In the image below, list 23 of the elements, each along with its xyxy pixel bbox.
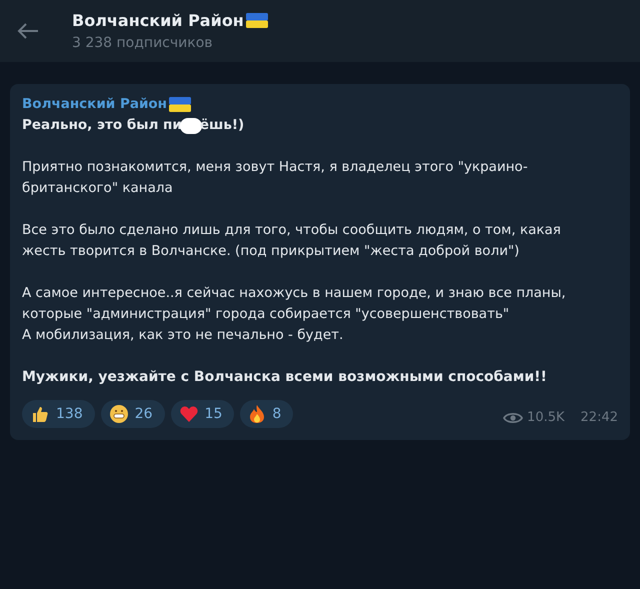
message-paragraph: Все это было сделано лишь для того, чтобы сообщить людям, о том, какая жесть творится в Волчанске. (под прикрытием "жеста доброй воли") bbox=[22, 221, 562, 261]
message-paragraph: Мужики, уезжайте с Волчанска всеми возможными способами!! bbox=[22, 368, 548, 387]
message-paragraph: Приятно познакомится, меня зовут Настя, я владелец этого "украино-британского" канала bbox=[22, 158, 529, 198]
message-paragraph: А мобилизация, как это не печально - будет. bbox=[22, 326, 344, 345]
fire-icon bbox=[248, 404, 266, 424]
reaction-button[interactable]: 138 bbox=[22, 400, 95, 428]
censor-mark bbox=[180, 118, 202, 134]
reaction-button[interactable]: 15 bbox=[170, 400, 234, 428]
flag-icon bbox=[246, 13, 268, 28]
reaction-button[interactable]: 26 bbox=[100, 400, 165, 428]
grin-face-icon bbox=[108, 404, 129, 424]
back-arrow-icon[interactable] bbox=[16, 22, 40, 40]
channel-title: Волчанский Район bbox=[72, 10, 244, 32]
flag-icon bbox=[169, 97, 192, 112]
subscriber-count: 3 238 подписчиков bbox=[72, 34, 214, 52]
heart-icon bbox=[178, 404, 199, 424]
thumbs-up-icon bbox=[30, 404, 50, 424]
view-count: 10.5K bbox=[527, 409, 565, 427]
reaction-button[interactable]: 8 bbox=[240, 400, 294, 428]
eye-icon bbox=[503, 410, 524, 424]
author-name: Волчанский Район bbox=[22, 95, 168, 114]
message-paragraph: А самое интересное..я сейчас нахожусь в нашем городе, и знаю все планы, которые "администрация" города собирается "усовершенствовать" bbox=[22, 284, 567, 324]
message-time: 22:42 bbox=[580, 409, 618, 427]
